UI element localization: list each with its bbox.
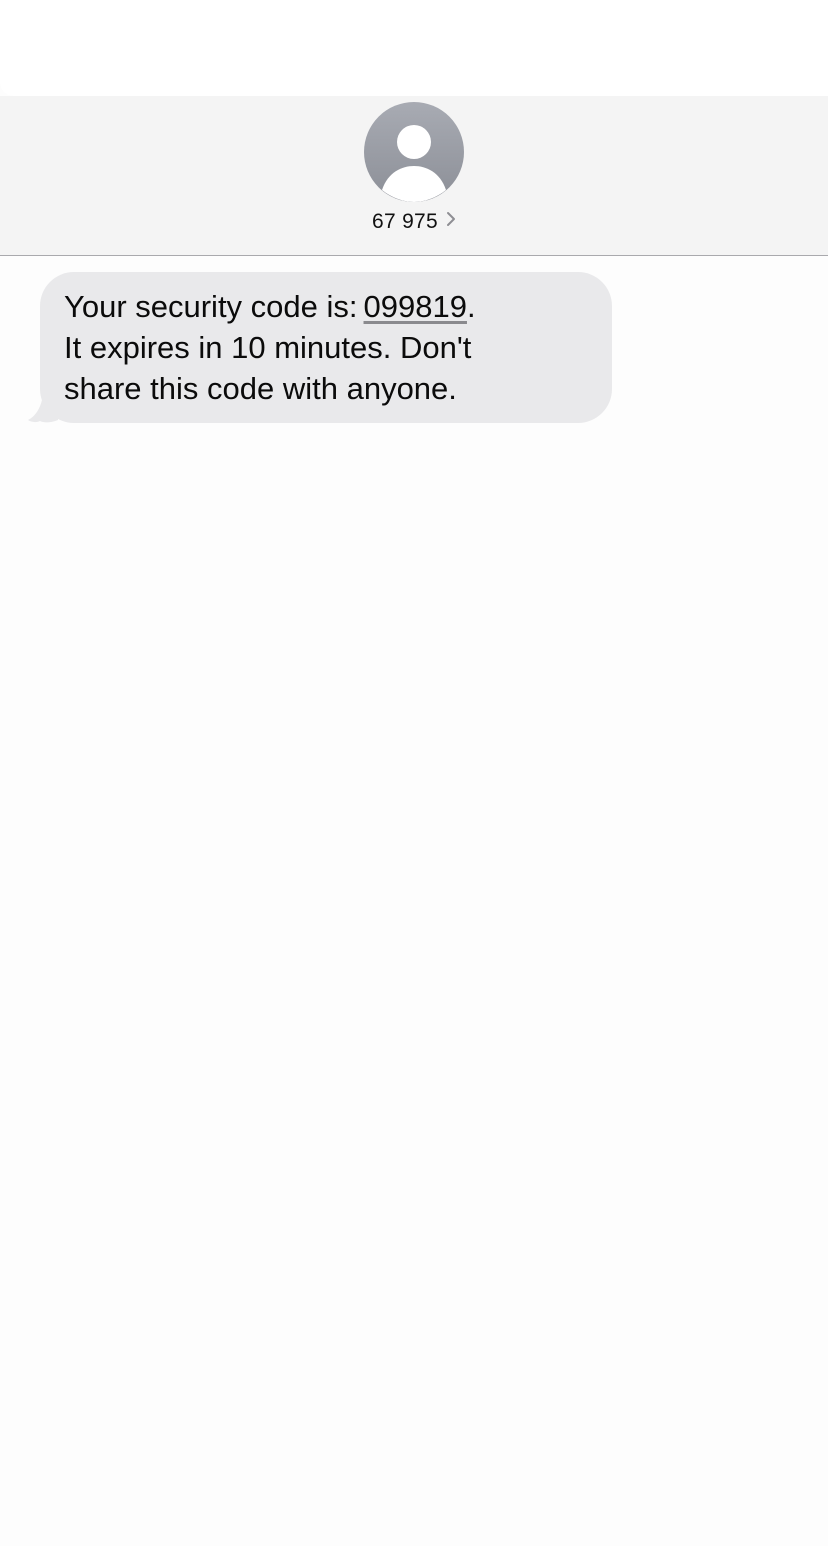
message-period: . xyxy=(466,289,476,324)
message-bubble-wrapper: Your security code is: 099819. It expires… xyxy=(28,272,612,423)
top-sheet xyxy=(0,0,828,96)
message-prefix: Your security code is: xyxy=(64,289,358,324)
contact-avatar[interactable] xyxy=(364,102,464,202)
contact-name: 67 975 xyxy=(371,210,439,233)
message-line-2: It expires in 10 minutes. Don't xyxy=(64,330,472,365)
chevron-right-icon xyxy=(446,209,456,233)
incoming-message-bubble[interactable]: Your security code is: 099819. It expires… xyxy=(40,272,612,423)
conversation-header: 67 975 xyxy=(0,96,828,256)
person-silhouette-icon xyxy=(382,125,446,202)
contact-name-button[interactable]: 67 975 xyxy=(0,210,828,234)
message-line-3: share this code with anyone. xyxy=(64,371,457,406)
message-line-1: Your security code is: 099819. xyxy=(64,286,588,327)
messages-screen: 67 975 Your security code is: 099819. It … xyxy=(0,0,828,1546)
security-code-link[interactable]: 099819 xyxy=(364,289,467,324)
